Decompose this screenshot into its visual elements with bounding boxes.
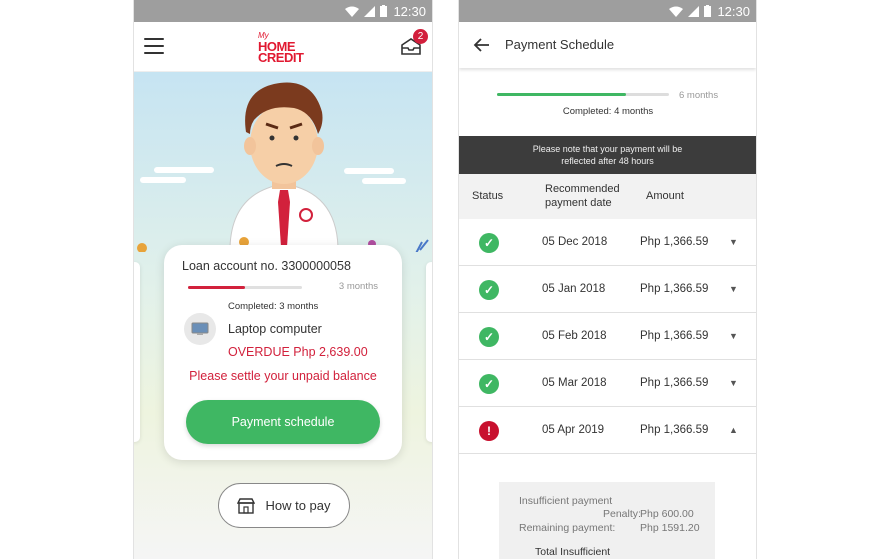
header-amount: Amount bbox=[646, 190, 684, 202]
back-arrow-icon[interactable] bbox=[473, 36, 491, 54]
chevron-down-icon[interactable]: ▼ bbox=[729, 237, 738, 247]
schedule-completed-text: Completed: 4 months bbox=[562, 106, 654, 117]
penalty-value: Php 600.00 bbox=[640, 508, 694, 520]
schedule-progress-total: 6 months bbox=[679, 90, 719, 101]
menu-icon[interactable] bbox=[144, 38, 164, 54]
paid-check-icon: ✓ bbox=[479, 374, 499, 394]
status-time: 12:30 bbox=[717, 3, 750, 19]
row-amount: Php 1,366.59 bbox=[640, 424, 709, 436]
row-date: 05 Jan 2018 bbox=[542, 283, 606, 295]
product-name: Laptop computer bbox=[228, 322, 322, 336]
prev-card-peek bbox=[134, 262, 140, 442]
row-date: 05 Feb 2018 bbox=[542, 330, 607, 342]
notification-badge: 2 bbox=[413, 29, 428, 44]
table-row[interactable]: ✓ 05 Jan 2018 Php 1,366.59 ▼ bbox=[459, 266, 756, 313]
payment-schedule-button[interactable]: Payment schedule bbox=[186, 400, 380, 444]
schedule-progress-fill bbox=[497, 93, 626, 96]
schedule-progress: 6 months Completed: 4 months bbox=[459, 68, 756, 136]
status-bar: 12:30 bbox=[134, 0, 432, 22]
loan-account-card: Loan account no. 3300000058 3 months Com… bbox=[164, 245, 402, 460]
overdue-amount: OVERDUE Php 2,639.00 bbox=[228, 345, 368, 359]
inbox-icon[interactable]: 2 bbox=[400, 29, 428, 56]
overdue-alert-icon: ! bbox=[479, 421, 499, 441]
loan-progress-fill bbox=[188, 286, 245, 289]
table-row[interactable]: ✓ 05 Feb 2018 Php 1,366.59 ▼ bbox=[459, 313, 756, 360]
status-time: 12:30 bbox=[393, 3, 426, 19]
wifi-icon bbox=[345, 6, 360, 17]
battery-icon bbox=[704, 5, 712, 17]
table-row[interactable]: ✓ 05 Dec 2018 Php 1,366.59 ▼ bbox=[459, 219, 756, 266]
row-date: 05 Mar 2018 bbox=[542, 377, 607, 389]
paid-check-icon: ✓ bbox=[479, 327, 499, 347]
insufficient-payment-details: Insufficient payment Penalty: Php 600.00… bbox=[499, 482, 715, 559]
wifi-icon bbox=[669, 6, 684, 17]
home-screen: 12:30 My HOME CREDIT 2 Loan account no. … bbox=[133, 0, 433, 559]
table-row[interactable]: ✓ 05 Mar 2018 Php 1,366.59 ▼ bbox=[459, 360, 756, 407]
row-amount: Php 1,366.59 bbox=[640, 283, 709, 295]
table-row[interactable]: ! 05 Apr 2019 Php 1,366.59 ▲ bbox=[459, 407, 756, 454]
header-date-line2: payment date bbox=[545, 197, 612, 209]
logo-line2: CREDIT bbox=[258, 50, 304, 65]
row-amount: Php 1,366.59 bbox=[640, 377, 709, 389]
character-illustration bbox=[137, 82, 429, 252]
chevron-down-icon[interactable]: ▼ bbox=[729, 331, 738, 341]
loan-completed-text: Completed: 3 months bbox=[228, 301, 319, 312]
paid-check-icon: ✓ bbox=[479, 233, 499, 253]
header-status: Status bbox=[472, 190, 504, 202]
row-date: 05 Apr 2019 bbox=[542, 424, 605, 436]
app-header: My HOME CREDIT 2 bbox=[134, 22, 432, 72]
laptop-icon bbox=[184, 313, 216, 345]
insufficient-label: Insufficient payment bbox=[519, 495, 613, 507]
schedule-header: Payment Schedule bbox=[459, 22, 756, 68]
signal-icon bbox=[688, 5, 700, 17]
chevron-down-icon[interactable]: ▼ bbox=[729, 284, 738, 294]
chevron-down-icon[interactable]: ▼ bbox=[729, 378, 738, 388]
row-date: 05 Dec 2018 bbox=[542, 236, 608, 248]
schedule-table: ✓ 05 Dec 2018 Php 1,366.59 ▼ ✓ 05 Jan 2018 Php… bbox=[459, 219, 756, 454]
row-amount: Php 1,366.59 bbox=[640, 330, 709, 342]
remaining-label: Remaining payment: bbox=[519, 522, 616, 534]
remaining-value: Php 1591.20 bbox=[640, 522, 700, 534]
total-insufficient-label: Total Insufficient bbox=[535, 546, 611, 558]
page-title: Payment Schedule bbox=[505, 37, 615, 52]
store-icon bbox=[237, 497, 256, 514]
header-date-line1: Recommended bbox=[545, 183, 620, 195]
chevron-up-icon[interactable]: ▲ bbox=[729, 425, 738, 435]
table-header: Status Recommended payment date Amount bbox=[459, 174, 756, 219]
battery-icon bbox=[380, 5, 388, 17]
home-credit-logo: My HOME CREDIT bbox=[258, 30, 312, 65]
loan-progress-total: 3 months bbox=[338, 281, 378, 292]
schedule-progress-bar bbox=[497, 93, 669, 96]
penalty-label: Penalty: bbox=[603, 508, 641, 520]
row-amount: Php 1,366.59 bbox=[640, 236, 709, 248]
how-to-pay-button[interactable]: How to pay bbox=[218, 483, 350, 528]
next-card-peek bbox=[426, 262, 432, 442]
loan-account-number: Loan account no. 3300000058 bbox=[182, 259, 351, 273]
payment-schedule-screen: 12:30 Payment Schedule 6 months Complete… bbox=[458, 0, 757, 559]
payment-notice-banner: Please note that your payment will be re… bbox=[459, 136, 756, 174]
notice-line2: reflected after 48 hours bbox=[561, 156, 654, 166]
status-bar: 12:30 bbox=[459, 0, 756, 22]
settle-balance-message: Please settle your unpaid balance bbox=[189, 369, 377, 383]
notice-line1: Please note that your payment will be bbox=[532, 144, 683, 154]
loan-progress-bar bbox=[188, 286, 302, 289]
how-to-pay-label: How to pay bbox=[265, 498, 331, 513]
paid-check-icon: ✓ bbox=[479, 280, 499, 300]
signal-icon bbox=[364, 5, 376, 17]
